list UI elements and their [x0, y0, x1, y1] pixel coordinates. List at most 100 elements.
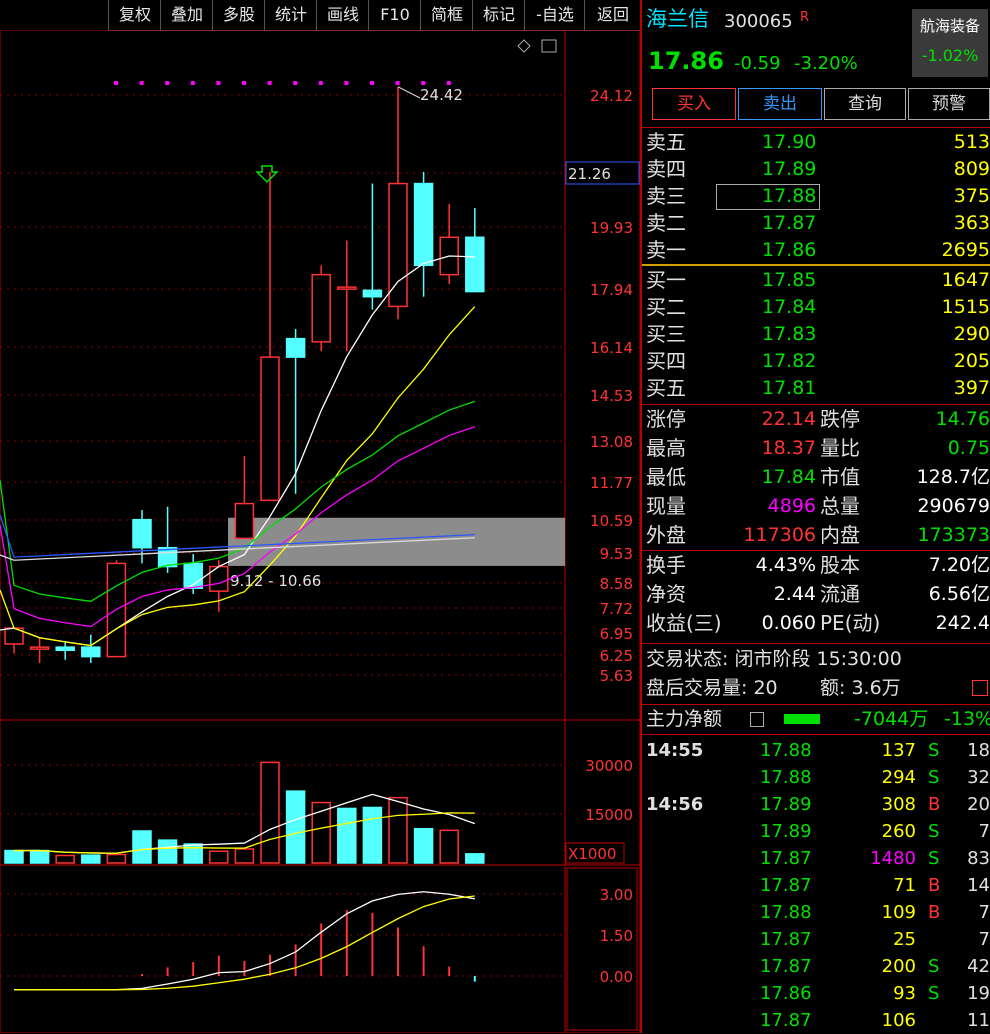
asks-price[interactable]: 17.89: [762, 156, 816, 183]
bids-volume: 1515: [941, 296, 990, 318]
asks-label: 卖三: [646, 184, 686, 208]
bids-price[interactable]: 17.81: [762, 375, 816, 402]
main-flow-pct: -13%: [944, 708, 990, 730]
tick-price: 17.89: [760, 794, 812, 815]
price-change-pct: -3.20%: [794, 53, 858, 74]
alert-button[interactable]: 预警: [908, 88, 990, 120]
price-tick-label: 14.53: [590, 387, 633, 405]
layout-icon[interactable]: [541, 39, 557, 53]
asks-price[interactable]: 17.86: [762, 237, 816, 264]
asks-price[interactable]: 17.87: [762, 210, 816, 237]
tick-volume: 93: [893, 983, 916, 1004]
tick-side: S: [928, 821, 940, 842]
toolbar-item-2[interactable]: 多股: [212, 0, 265, 31]
tick-count: 20: [967, 794, 990, 815]
tick-price: 17.86: [760, 983, 812, 1004]
candle-body[interactable]: [465, 236, 485, 293]
candle-body[interactable]: [362, 289, 383, 298]
toolbar-item-8[interactable]: -自选: [524, 0, 585, 31]
tick-price: 17.87: [760, 875, 812, 896]
candle-body[interactable]: [157, 546, 178, 568]
signal-dot: [318, 81, 323, 85]
asks-volume: 513: [953, 131, 990, 153]
tick-side: S: [928, 740, 940, 761]
bids-price[interactable]: 17.82: [762, 348, 816, 375]
tick-count: 7: [978, 821, 990, 842]
buy-button[interactable]: 买入: [652, 88, 736, 120]
volume-bar: [337, 807, 357, 864]
field-label: 换手: [646, 553, 686, 577]
after-hours-amount: 额: 3.6万: [820, 677, 901, 699]
tick-side: B: [928, 794, 941, 815]
field-label: 外盘: [646, 523, 686, 547]
bids-label: 买一: [646, 268, 686, 292]
asks-label: 卖一: [646, 238, 686, 262]
bids-price[interactable]: 17.83: [762, 321, 816, 348]
field-value: 17.84: [761, 466, 816, 488]
range-annotation: 9.12 - 10.66: [230, 572, 321, 590]
field-label: 内盘: [820, 523, 860, 547]
bids-price[interactable]: 17.84: [762, 294, 816, 321]
sell-button[interactable]: 卖出: [738, 88, 822, 120]
tick-volume: 25: [893, 929, 916, 950]
tick-price: 17.88: [760, 902, 812, 923]
signal-dot: [395, 81, 400, 85]
tick-price: 17.87: [760, 848, 812, 869]
sector-box[interactable]: 航海装备 -1.02%: [912, 9, 988, 77]
candle-body[interactable]: [29, 646, 50, 650]
tick-count: 32: [967, 767, 990, 788]
candle-body[interactable]: [413, 182, 434, 267]
candle-body[interactable]: [132, 518, 152, 549]
diamond-icon[interactable]: [517, 39, 531, 53]
tick-count: 19: [967, 983, 990, 1004]
signal-dot: [446, 81, 451, 85]
toolbar-item-1[interactable]: 叠加: [160, 0, 213, 31]
candle-body[interactable]: [81, 646, 101, 658]
volume-bar: [234, 848, 255, 864]
toolbar-item-5[interactable]: F10: [368, 0, 421, 31]
signal-dot: [114, 81, 118, 85]
asks-price[interactable]: 17.90: [762, 129, 816, 156]
toolbar-item-6[interactable]: 简框: [420, 0, 473, 31]
main-flow-label: 主力净额: [646, 708, 723, 730]
tick-count: 7: [978, 929, 990, 950]
toolbar-item-7[interactable]: 标记: [472, 0, 525, 31]
tick-volume: 106: [881, 1010, 916, 1031]
candle-body[interactable]: [285, 337, 306, 358]
bids-label: 买三: [646, 322, 686, 346]
field-value: 117306: [743, 524, 816, 546]
chart-icon[interactable]: [972, 680, 988, 696]
tick-price: 17.89: [760, 821, 812, 842]
toolbar-item-0[interactable]: 复权: [108, 0, 161, 31]
toolbar-item-4[interactable]: 画线: [316, 0, 369, 31]
field-value: 4.43%: [755, 554, 816, 576]
candle-body[interactable]: [311, 273, 331, 343]
volume-bar: [81, 854, 101, 864]
price-tick-label: 13.08: [590, 433, 633, 451]
volume-bar: [439, 829, 459, 864]
volume-bar: [388, 796, 408, 864]
candle-body[interactable]: [260, 356, 280, 502]
bids-price[interactable]: 17.85: [762, 267, 816, 294]
field-label: 现量: [646, 494, 686, 518]
candle-body[interactable]: [337, 286, 357, 290]
price-tick-label: 9.53: [600, 545, 633, 563]
volume-bar: [106, 853, 127, 864]
field-label: PE(动): [820, 611, 881, 635]
query-button[interactable]: 查询: [824, 88, 906, 120]
tick-count: 83: [967, 848, 990, 869]
toolbar-item-3[interactable]: 统计: [264, 0, 317, 31]
toolbar-item-9[interactable]: 返回: [584, 0, 641, 31]
candle-body[interactable]: [55, 646, 75, 652]
chart-area[interactable]: 24.12 21.26 19.93 17.94 16.14 14.53 13.08 11.77…: [0, 30, 640, 1033]
tick-price: 17.87: [760, 956, 812, 977]
volume-bar: [132, 830, 152, 864]
candle-body[interactable]: [388, 182, 408, 308]
list-icon[interactable]: [750, 712, 764, 727]
tick-volume: 308: [881, 794, 916, 815]
field-value: 290679: [917, 495, 990, 517]
field-value: 18.37: [761, 437, 816, 459]
signal-dot: [242, 81, 246, 85]
field-label: 收益(三): [646, 611, 722, 635]
candle-body[interactable]: [234, 502, 255, 540]
